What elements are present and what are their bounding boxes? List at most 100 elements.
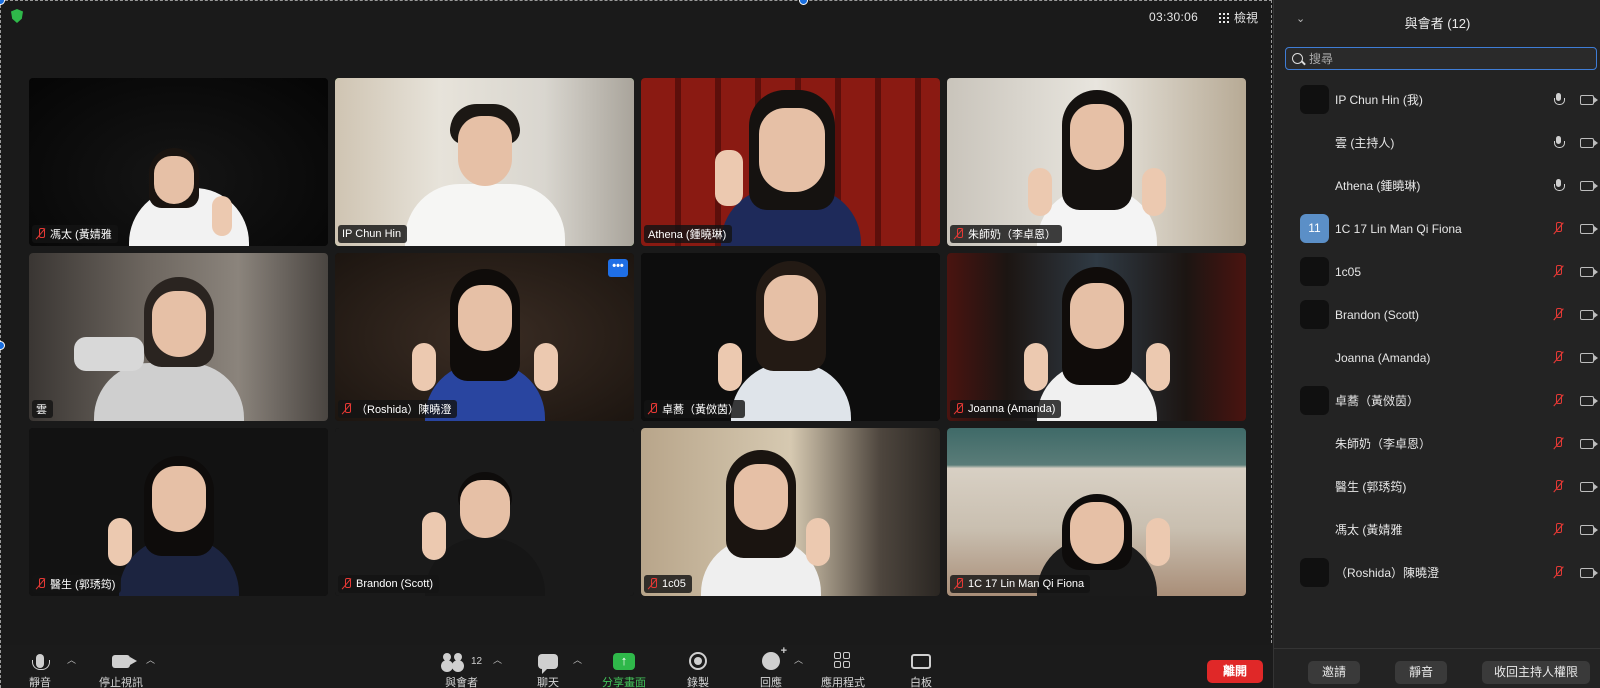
video-camera-icon[interactable]	[1580, 266, 1598, 277]
participant-name: Brandon (Scott)	[1335, 307, 1420, 322]
muted-microphone-icon[interactable]	[1554, 308, 1564, 321]
participant-row[interactable]: IP Chun Hin (我)	[1274, 78, 1600, 121]
reactions-options-chevron-icon[interactable]: ︿	[794, 653, 803, 666]
record-button[interactable]: 錄製	[687, 651, 709, 688]
participant-row[interactable]: 馮太 (黃婧雅	[1274, 508, 1600, 551]
selection-handle[interactable]	[0, 0, 5, 5]
participant-name: 1C 17 Lin Man Qi Fiona	[1335, 221, 1462, 236]
participant-row[interactable]: 醫生 (郭琇筠)	[1274, 465, 1600, 508]
avatar	[1300, 558, 1329, 587]
video-tile[interactable]: Athena (鍾曉琳)	[641, 78, 940, 246]
avatar	[1300, 343, 1329, 372]
avatar	[1300, 85, 1329, 114]
avatar	[1300, 429, 1329, 458]
muted-microphone-icon[interactable]	[1554, 351, 1564, 364]
avatar	[1300, 515, 1329, 544]
participants-count: 12	[471, 655, 483, 667]
share-screen-icon: ↑	[613, 652, 635, 670]
avatar	[1300, 128, 1329, 157]
participant-search[interactable]	[1285, 47, 1597, 70]
mute-all-button[interactable]: 靜音	[1395, 661, 1447, 684]
meeting-toolbar: 靜音 ︿ 停止視訊 ︿ 12 與會者 ︿ 聊天 ︿ ↑ 分享畫面 錄製 + 回應…	[1, 645, 1273, 688]
muted-microphone-icon[interactable]	[1554, 480, 1564, 493]
video-tile[interactable]: 雲	[29, 253, 328, 421]
video-camera-icon[interactable]	[1580, 137, 1598, 148]
participant-name: 1c05	[1335, 264, 1362, 279]
video-tile[interactable]: Brandon (Scott)	[335, 428, 634, 596]
view-label: 檢視	[1234, 11, 1259, 25]
video-camera-icon[interactable]	[1580, 524, 1598, 535]
participant-row[interactable]: Athena (鍾曉琳)	[1274, 164, 1600, 207]
share-screen-button[interactable]: ↑ 分享畫面	[602, 651, 646, 688]
microphone-icon[interactable]	[1554, 136, 1565, 149]
leave-meeting-button[interactable]: 離開	[1207, 660, 1263, 683]
video-camera-icon[interactable]	[1580, 395, 1598, 406]
participants-icon	[441, 653, 465, 669]
apps-button[interactable]: 應用程式	[821, 651, 865, 688]
tile-name-tag: Athena (鍾曉琳)	[644, 225, 733, 243]
participant-name: IP Chun Hin (我)	[1335, 93, 1423, 107]
search-input[interactable]	[1309, 51, 1569, 66]
microphone-icon[interactable]	[1554, 93, 1565, 106]
muted-microphone-icon[interactable]	[1554, 394, 1564, 407]
invite-button[interactable]: 邀請	[1308, 661, 1360, 684]
tile-name-tag: 朱師奶（李卓恩）	[950, 225, 1062, 243]
avatar	[1300, 472, 1329, 501]
participant-row[interactable]: 朱師奶（李卓恩）	[1274, 422, 1600, 465]
panel-footer: 邀請 靜音 收回主持人權限	[1274, 648, 1600, 688]
tile-name-tag: IP Chun Hin	[338, 225, 408, 243]
participant-row[interactable]: 卓蕎（黃傚茵）	[1274, 379, 1600, 422]
muted-microphone-icon[interactable]	[1554, 222, 1564, 235]
video-camera-icon[interactable]	[1580, 481, 1598, 492]
video-tile[interactable]: 卓蕎（黃傚茵）	[641, 253, 940, 421]
video-tile[interactable]: 醫生 (郭琇筠)	[29, 428, 328, 596]
muted-microphone-icon[interactable]	[1554, 265, 1564, 278]
video-camera-icon[interactable]	[1580, 309, 1598, 320]
participants-options-chevron-icon[interactable]: ︿	[493, 653, 502, 666]
participant-row[interactable]: 1c05	[1274, 250, 1600, 293]
selection-handle[interactable]	[0, 341, 5, 350]
video-tile[interactable]: 1C 17 Lin Man Qi Fiona	[947, 428, 1246, 596]
reclaim-host-button[interactable]: 收回主持人權限	[1482, 661, 1590, 684]
more-options-button[interactable]: •••	[608, 259, 628, 277]
video-camera-icon[interactable]	[1580, 94, 1598, 105]
participant-row[interactable]: 11 1C 17 Lin Man Qi Fiona	[1274, 207, 1600, 250]
video-tile[interactable]: 馮太 (黃婧雅	[29, 78, 328, 246]
participant-row[interactable]: Joanna (Amanda)	[1274, 336, 1600, 379]
video-tile[interactable]: Joanna (Amanda)	[947, 253, 1246, 421]
video-camera-icon[interactable]	[1580, 438, 1598, 449]
video-camera-icon[interactable]	[1580, 567, 1598, 578]
muted-microphone-icon[interactable]	[1554, 437, 1564, 450]
avatar	[1300, 300, 1329, 329]
muted-microphone-icon[interactable]	[1554, 523, 1564, 536]
video-tile[interactable]: 1c05	[641, 428, 940, 596]
chat-options-chevron-icon[interactable]: ︿	[573, 653, 582, 666]
video-camera-icon[interactable]	[1580, 223, 1598, 234]
selection-handle[interactable]	[799, 0, 808, 5]
video-camera-icon[interactable]	[1580, 180, 1598, 191]
panel-header: ⌄ 與會者 (12)	[1274, 0, 1600, 40]
video-tile[interactable]: ••• （Roshida）陳曉澄	[335, 253, 634, 421]
video-tile[interactable]: 朱師奶（李卓恩）	[947, 78, 1246, 246]
participants-panel: ⌄ 與會者 (12) IP Chun Hin (我) 雲 (主持人) Athena …	[1273, 0, 1600, 688]
muted-microphone-icon[interactable]	[1554, 566, 1564, 579]
chat-button[interactable]: 聊天	[537, 651, 559, 688]
search-icon	[1292, 53, 1303, 64]
whiteboard-button[interactable]: 白板	[910, 651, 932, 688]
mute-button[interactable]: 靜音	[29, 651, 51, 688]
view-button[interactable]: 檢視	[1219, 9, 1258, 26]
video-tile-active-speaker[interactable]: IP Chun Hin	[335, 78, 634, 246]
video-camera-icon[interactable]	[1580, 352, 1598, 363]
participant-row[interactable]: （Roshida）陳曉澄	[1274, 551, 1600, 594]
participants-button[interactable]: 12 與會者	[441, 651, 482, 688]
participant-name: 馮太 (黃婧雅	[1335, 523, 1403, 537]
participant-row[interactable]: 雲 (主持人)	[1274, 121, 1600, 164]
microphone-icon[interactable]	[1554, 179, 1565, 192]
tile-name-tag: 卓蕎（黃傚茵）	[644, 400, 745, 418]
reactions-button[interactable]: 回應	[760, 645, 787, 688]
stop-video-button[interactable]: 停止視訊	[99, 651, 143, 688]
video-options-chevron-icon[interactable]: ︿	[146, 653, 155, 666]
audio-options-chevron-icon[interactable]: ︿	[67, 653, 76, 666]
participant-row[interactable]: Brandon (Scott)	[1274, 293, 1600, 336]
encryption-shield-icon[interactable]	[11, 9, 23, 23]
